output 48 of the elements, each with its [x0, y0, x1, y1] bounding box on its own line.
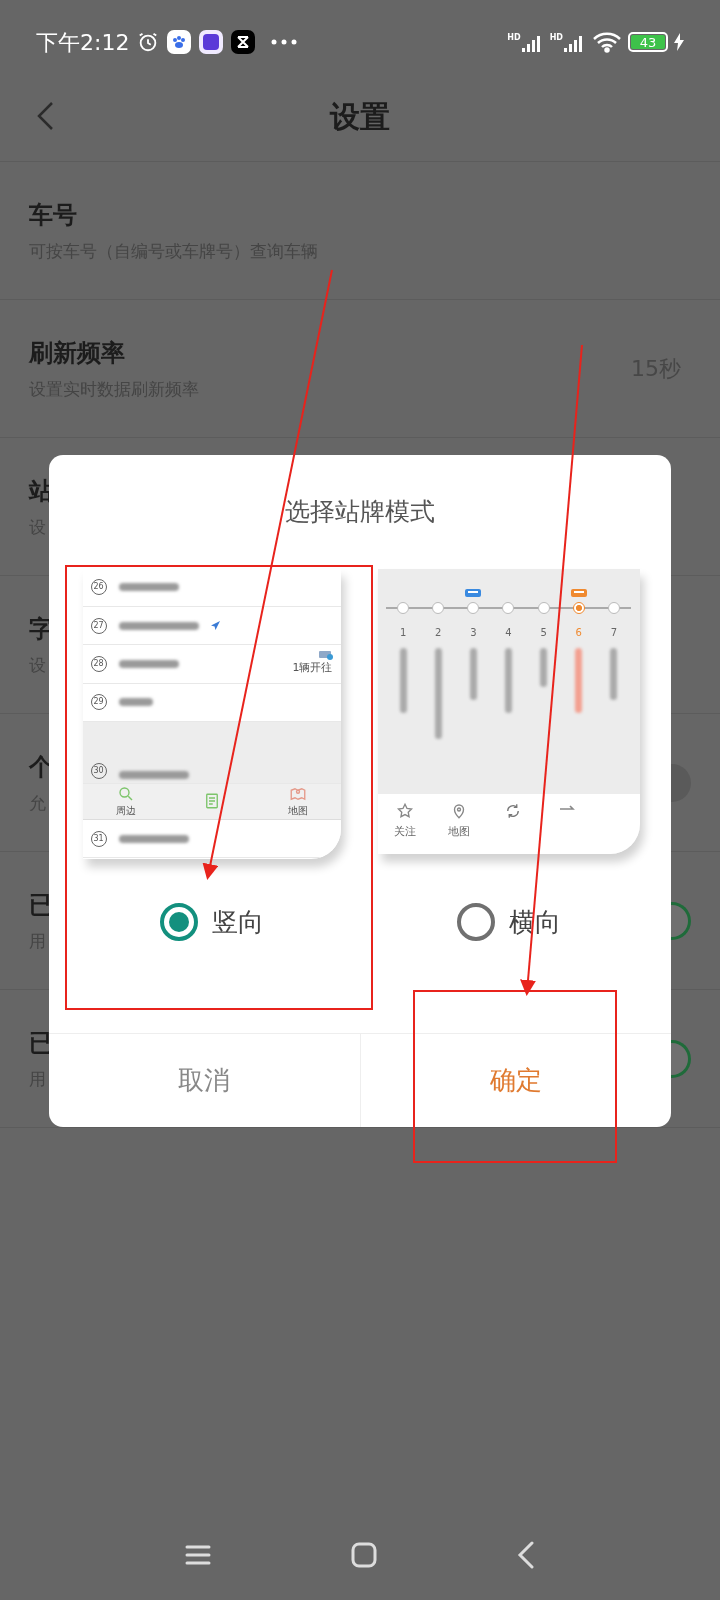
toolbar-label: 关注 [393, 823, 416, 840]
more-icon [271, 39, 298, 45]
blurred-label [399, 647, 407, 713]
dialog-title: 选择站牌模式 [285, 496, 435, 528]
setting-title: 车号 [29, 199, 78, 231]
blurred-label [575, 647, 583, 713]
blurred-label [118, 659, 179, 668]
bus-icon [465, 588, 482, 599]
app-icon [167, 30, 192, 54]
station-number: 3 [470, 625, 477, 640]
setting-title: 刷新频率 [29, 337, 126, 369]
back-icon[interactable] [36, 101, 54, 131]
radio-option[interactable]: 竖向 [159, 902, 264, 942]
bus-note: 1辆开往 [292, 660, 333, 677]
status-time: 下午2:12 [36, 28, 130, 57]
network-label: HD [549, 32, 563, 44]
blurred-label [118, 834, 189, 843]
blurred-label [610, 647, 618, 700]
star-icon [395, 801, 414, 820]
wifi-icon [592, 31, 622, 53]
station-number: 5 [540, 625, 547, 640]
bus-icon [318, 651, 333, 661]
page-title: 设置 [330, 97, 390, 136]
home-icon[interactable] [351, 1542, 377, 1568]
station-number: 1 [399, 625, 407, 640]
bus-icon [570, 588, 587, 599]
app-icon [199, 30, 224, 54]
menu-icon[interactable] [185, 1544, 211, 1566]
search-icon [116, 784, 135, 803]
network-label: HD [507, 32, 521, 44]
blurred-label [540, 647, 548, 687]
location-arrow-icon [210, 621, 220, 631]
blurred-label [118, 583, 179, 592]
station-number: 7 [610, 625, 618, 640]
toolbar-label: 地图 [287, 803, 308, 818]
toolbar-label: 周边 [115, 803, 136, 818]
app-icon [231, 30, 256, 54]
blurred-label [118, 770, 189, 779]
blurred-label [469, 647, 477, 700]
blurred-label [118, 698, 153, 707]
toolbar-label: 地图 [447, 823, 470, 840]
charging-icon [674, 33, 684, 51]
station-number: 6 [575, 625, 582, 640]
cancel-button[interactable]: 取消 [49, 1034, 360, 1127]
battery-indicator: 43 [628, 32, 668, 52]
blurred-label [505, 647, 512, 713]
station-number: 2 [435, 625, 442, 640]
station-number: 4 [505, 625, 512, 640]
